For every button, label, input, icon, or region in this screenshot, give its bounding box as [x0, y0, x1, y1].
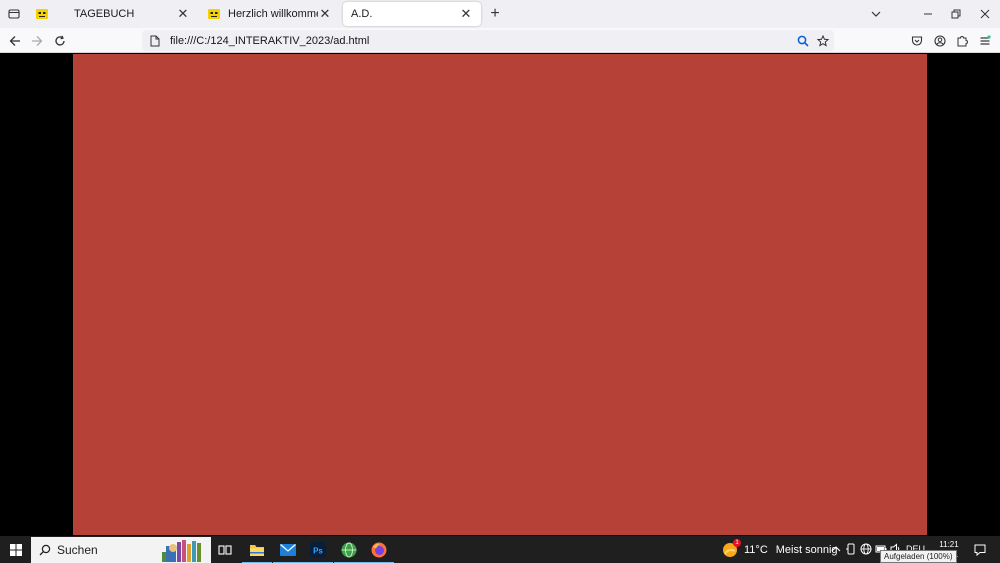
svg-text:Ps: Ps: [313, 547, 323, 556]
photoshop-button[interactable]: Ps: [303, 538, 333, 563]
minimize-icon: [924, 13, 932, 15]
tab-tagebuch[interactable]: TAGEBUCH ✕: [28, 2, 198, 26]
weather-alert-badge: 1: [733, 539, 741, 547]
firefox-view-button[interactable]: [4, 4, 24, 24]
weather-widget[interactable]: 1 11°C Meist sonnig: [722, 539, 838, 561]
battery-tooltip: Aufgeladen (100%): [880, 550, 957, 563]
firefox-button[interactable]: [364, 538, 394, 563]
restore-button[interactable]: [946, 4, 966, 24]
close-tab-icon[interactable]: ✕: [318, 6, 332, 21]
back-button[interactable]: [5, 31, 25, 51]
page-viewport: [0, 54, 1000, 535]
network-tray-button[interactable]: [859, 542, 873, 556]
search-highlight-books-icon: [162, 540, 201, 562]
mask-favicon-icon: [208, 9, 220, 19]
mail-button[interactable]: [273, 538, 303, 563]
search-label: Suchen: [57, 543, 98, 557]
green-globe-icon: [341, 542, 357, 558]
globe-app-button[interactable]: [334, 538, 364, 563]
forward-button[interactable]: [27, 31, 47, 51]
reload-icon: [55, 35, 65, 46]
extensions-button[interactable]: [952, 31, 972, 51]
account-button[interactable]: [930, 31, 950, 51]
tab-title: TAGEBUCH: [74, 8, 135, 20]
pocket-button[interactable]: [907, 31, 927, 51]
bookmark-button[interactable]: [814, 32, 832, 50]
restore-icon: [951, 9, 961, 19]
notification-center-button[interactable]: [972, 542, 988, 558]
folder-icon: [250, 545, 264, 556]
show-hidden-icons-button[interactable]: [829, 542, 843, 556]
search-icon: [797, 35, 809, 47]
firefox-icon: [371, 542, 387, 558]
red-canvas[interactable]: [73, 54, 927, 535]
windows-logo-icon: [10, 544, 22, 556]
hamburger-menu-icon: [980, 35, 991, 45]
chevron-up-icon: [831, 546, 841, 552]
arrow-left-icon: [9, 36, 20, 46]
task-view-button[interactable]: [213, 538, 237, 562]
page-icon: [148, 34, 162, 48]
url-bar[interactable]: file:///C:/124_INTERAKTIV_2023/ad.html: [142, 30, 834, 51]
task-view-icon: [218, 545, 232, 555]
navigation-toolbar: file:///C:/124_INTERAKTIV_2023/ad.html: [0, 28, 1000, 53]
search-icon: [39, 544, 51, 556]
puzzle-icon: [957, 36, 968, 47]
notification-icon: [974, 544, 986, 556]
pocket-icon: [911, 36, 923, 46]
mask-favicon-icon: [36, 9, 48, 19]
chevron-down-icon: [871, 11, 881, 17]
url-text[interactable]: file:///C:/124_INTERAKTIV_2023/ad.html: [170, 35, 794, 47]
close-tab-icon[interactable]: ✕: [459, 6, 473, 21]
start-button[interactable]: [4, 538, 28, 562]
close-window-button[interactable]: [975, 4, 995, 24]
close-tab-icon[interactable]: ✕: [176, 6, 190, 21]
windows-taskbar: Suchen Ps 1 11°C Meist sonnig DEU 11:21: [0, 536, 1000, 563]
file-explorer-button[interactable]: [242, 538, 272, 563]
reload-button[interactable]: [50, 31, 70, 51]
weather-sun-icon: 1: [722, 539, 741, 558]
clock-time: 11:21: [939, 540, 959, 549]
search-button[interactable]: [794, 32, 812, 50]
star-icon: [817, 34, 829, 47]
minimize-button[interactable]: [918, 4, 938, 24]
menu-button[interactable]: [975, 31, 995, 51]
taskbar-search-box[interactable]: Suchen: [31, 537, 211, 563]
tab-herzlich-willkommen[interactable]: Herzlich willkommen! ✕: [200, 2, 340, 26]
tab-ad-active[interactable]: A.D. ✕: [343, 2, 481, 26]
globe-icon: [860, 543, 872, 555]
tab-strip: TAGEBUCH ✕ Herzlich willkommen! ✕ A.D. ✕…: [0, 0, 1000, 28]
device-icon: [846, 543, 855, 555]
mail-icon: [280, 544, 296, 556]
arrow-right-icon: [32, 36, 43, 46]
tab-title: A.D.: [351, 8, 373, 20]
tab-title: Herzlich willkommen!: [228, 8, 318, 20]
list-all-tabs-button[interactable]: [868, 6, 884, 22]
close-icon: [980, 9, 990, 19]
firefox-view-icon: [8, 9, 20, 19]
weather-temperature: 11°C: [744, 544, 768, 556]
device-tray-button[interactable]: [844, 542, 858, 556]
photoshop-icon: Ps: [310, 542, 326, 558]
account-icon: [934, 35, 946, 47]
new-tab-button[interactable]: +: [486, 5, 504, 23]
